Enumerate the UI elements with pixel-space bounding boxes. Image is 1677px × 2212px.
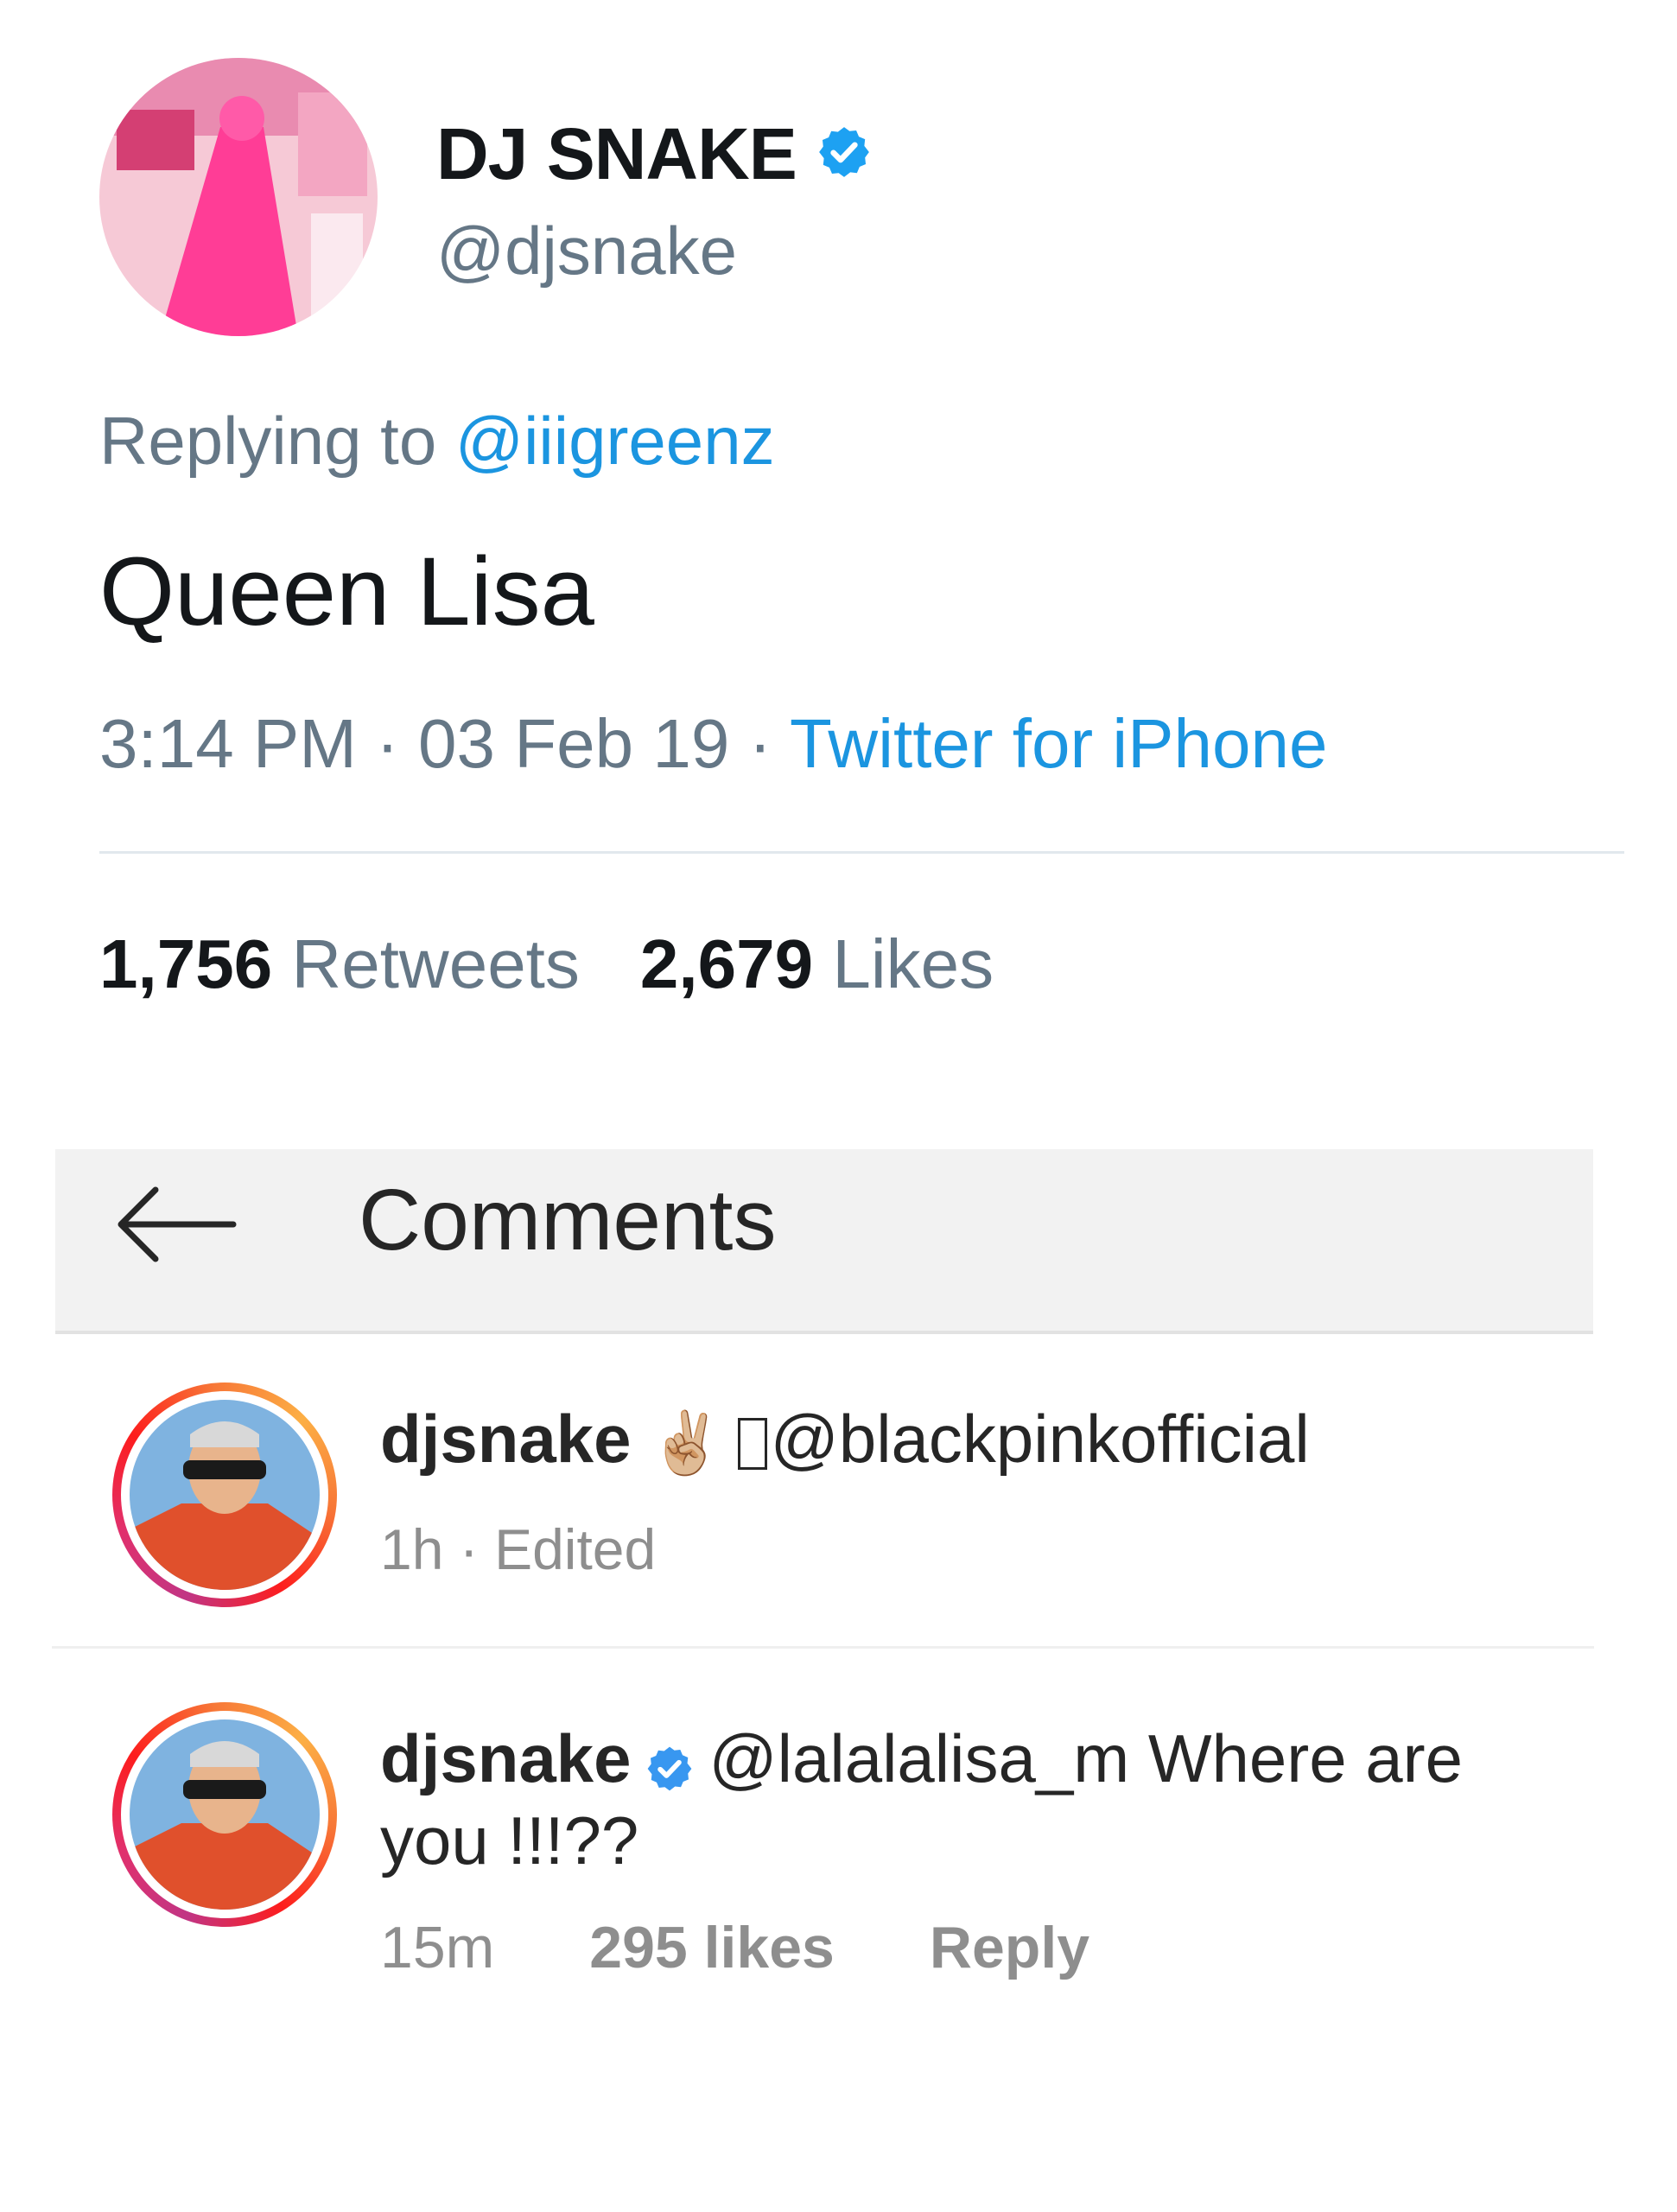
retweets-label: Retweets bbox=[272, 925, 580, 1002]
peace-hand-emoji-icon: ✌🏼 bbox=[648, 1409, 724, 1478]
likes-count: 2,679 bbox=[639, 925, 814, 1002]
comment-mention[interactable]: @blackpinkofficial bbox=[771, 1401, 1310, 1477]
user-handle[interactable]: @djsnake bbox=[436, 212, 737, 290]
tweet-meta: 3:14 PM · 03 Feb 19 · Twitter for iPhone bbox=[99, 704, 1327, 784]
comments-title: Comments bbox=[359, 1172, 777, 1268]
likes-stat[interactable]: 2,679 Likes bbox=[640, 925, 994, 1002]
display-name[interactable]: DJ SNAKE bbox=[436, 112, 797, 196]
comment-username[interactable]: djsnake bbox=[380, 1401, 631, 1477]
comments-header bbox=[55, 1149, 1593, 1331]
reply-button[interactable]: Reply bbox=[930, 1915, 1089, 1980]
comment-text-line: you !!!?? bbox=[380, 1802, 639, 1878]
tweet-avatar[interactable] bbox=[99, 58, 378, 336]
replying-to-mention[interactable]: @iiigreenz bbox=[455, 403, 775, 479]
meta-separator: · bbox=[729, 705, 790, 782]
missing-glyph-icon bbox=[737, 1418, 767, 1471]
avatar-photo bbox=[130, 1400, 320, 1590]
meta-separator: · bbox=[356, 705, 419, 782]
tweet-source-link[interactable]: Twitter for iPhone bbox=[790, 705, 1328, 782]
comment-meta: 15m 295 likes Reply bbox=[380, 1914, 1089, 1981]
retweets-count: 1,756 bbox=[99, 925, 273, 1002]
comment-text-line: djsnake @lalalalisa_m Where are bbox=[380, 1719, 1463, 1803]
comment-time: 15m bbox=[380, 1915, 495, 1980]
back-arrow-icon[interactable] bbox=[112, 1181, 238, 1268]
likes-label: Likes bbox=[813, 925, 994, 1002]
verified-badge-icon bbox=[645, 1725, 695, 1803]
replying-to-label: Replying to bbox=[99, 403, 455, 479]
comment-likes[interactable]: 295 likes bbox=[589, 1915, 835, 1980]
tweet-name-row: DJ SNAKE bbox=[436, 112, 873, 196]
comment-avatar[interactable] bbox=[112, 1382, 337, 1607]
comment-text-line: djsnake ✌🏼 @blackpinkofficial bbox=[380, 1400, 1310, 1479]
comment-text: @lalalalisa_m Where are bbox=[708, 1720, 1463, 1796]
divider bbox=[52, 1646, 1594, 1649]
tweet-date[interactable]: 03 Feb 19 bbox=[418, 705, 729, 782]
tweet-stats: 1,756 Retweets 2,679 Likes bbox=[99, 925, 994, 1004]
avatar-photo bbox=[130, 1719, 320, 1910]
comment-username[interactable]: djsnake bbox=[380, 1720, 631, 1796]
verified-badge-icon bbox=[816, 124, 873, 185]
divider bbox=[55, 1331, 1593, 1334]
divider bbox=[99, 851, 1624, 854]
tweet-text: Queen Lisa bbox=[99, 537, 594, 645]
comment-avatar[interactable] bbox=[112, 1702, 337, 1927]
comment-meta: 1h · Edited bbox=[380, 1517, 657, 1581]
replying-to: Replying to @iiigreenz bbox=[99, 402, 775, 480]
retweets-stat[interactable]: 1,756 Retweets bbox=[99, 925, 580, 1002]
tweet-time[interactable]: 3:14 PM bbox=[99, 705, 357, 782]
